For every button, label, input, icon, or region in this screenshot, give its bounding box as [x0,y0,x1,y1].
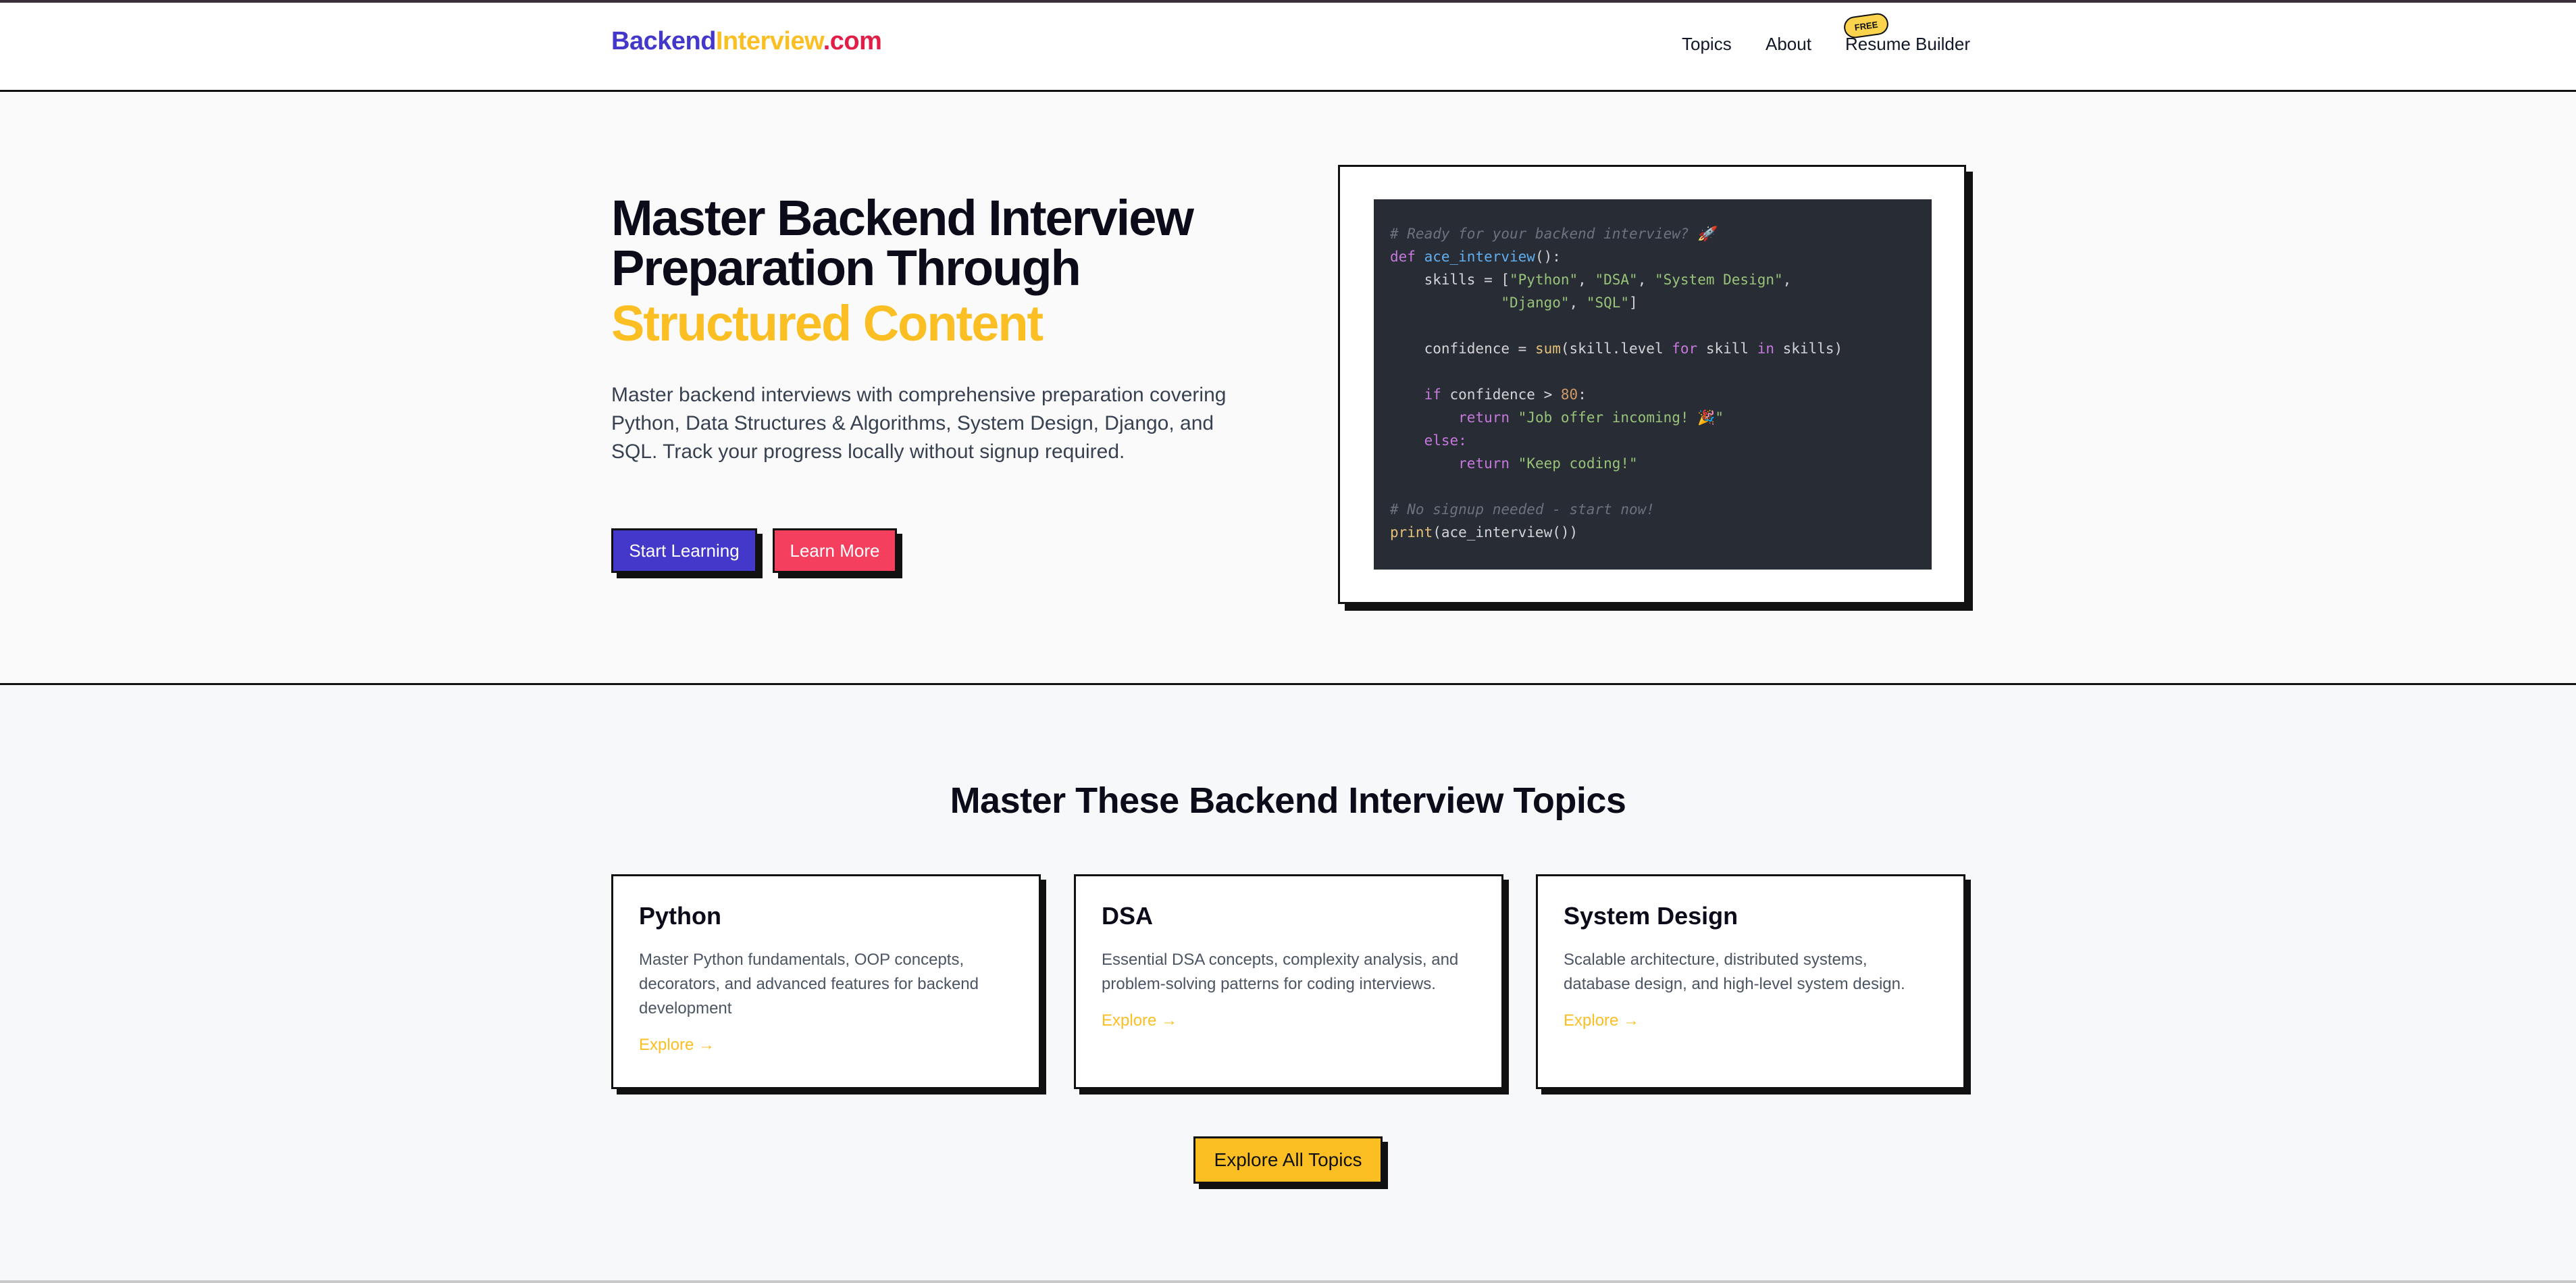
hero-title-highlight: Structured Content [611,295,1044,351]
code-string: "Python" [1510,272,1578,288]
code-keyword-for: for [1672,341,1698,357]
code-string: "Keep coding!" [1518,455,1638,472]
code-params: (): [1535,249,1561,265]
code-confidence-assign: confidence = [1390,341,1535,357]
logo-part-backend: Backend [611,27,716,55]
code-comment: # Ready for your backend interview? 🚀 [1390,226,1716,242]
code-string: "SQL" [1586,295,1630,311]
nav-link-about[interactable]: About [1766,34,1811,55]
code-keyword-in: in [1757,341,1774,357]
hero-section: Master Backend Interview Preparation Thr… [0,92,2576,685]
nav-link-topics[interactable]: Topics [1682,34,1732,55]
explore-all-topics-button[interactable]: Explore All Topics [1193,1136,1383,1184]
code-comment: # No signup needed - start now! [1390,501,1655,518]
code-keyword-def: def [1390,249,1416,265]
code-keyword-return: return [1458,409,1510,426]
code-text: skills) [1774,341,1843,357]
code-text: confidence > [1441,386,1561,403]
topic-card-system-design[interactable]: System Design Scalable architecture, dis… [1536,874,1965,1089]
topics-title: Master These Backend Interview Topics [950,780,1626,821]
site-header: BackendInterview.com Topics About Resume… [0,3,2576,92]
hero-title-line-2: Preparation Through [611,240,1081,296]
logo-part-interview: Interview [715,27,823,55]
logo-part-com: .com [823,27,882,55]
code-number: 80 [1560,386,1578,403]
code-builtin: print [1390,524,1433,540]
explore-system-design-link[interactable]: Explore → [1564,1011,1938,1030]
code-builtin: sum [1535,341,1561,357]
learn-more-button[interactable]: Learn More [773,528,897,573]
bottom-divider [0,1280,2576,1283]
nav-link-resume-builder[interactable]: Resume Builder [1845,34,1970,55]
hero-title-line-1: Master Backend Interview [611,190,1194,246]
topic-card-description: Essential DSA concepts, complexity analy… [1102,951,1459,993]
site-logo[interactable]: BackendInterview.com [611,27,882,56]
code-snippet: # Ready for your backend interview? 🚀 de… [1374,199,1932,570]
code-keyword-else: else: [1424,432,1467,449]
code-skills-assign: skills = [ [1390,272,1510,288]
topic-card-python[interactable]: Python Master Python fundamentals, OOP c… [611,874,1041,1089]
topics-section: Master These Backend Interview Topics Py… [0,685,2576,1283]
hero-title: Master Backend Interview Preparation Thr… [611,193,1287,349]
code-preview-frame: # Ready for your backend interview? 🚀 de… [1338,165,1966,604]
code-text: (ace_interview()) [1433,524,1578,540]
topic-card-title: Python [639,902,721,930]
explore-python-link[interactable]: Explore → [639,1036,1013,1055]
topic-card-description: Master Python fundamentals, OOP concepts… [639,951,979,1017]
hero-description: Master backend interviews with comprehen… [611,384,1227,463]
topic-card-title: DSA [1102,902,1154,930]
topic-card-dsa[interactable]: DSA Essential DSA concepts, complexity a… [1074,874,1503,1089]
code-text: skill [1697,341,1757,357]
code-string: "Job offer incoming! 🎉" [1518,409,1724,426]
topic-card-description: Scalable architecture, distributed syste… [1564,951,1905,993]
code-keyword-if: if [1424,386,1441,403]
code-string: "System Design" [1654,272,1783,288]
code-string: "Django" [1501,295,1570,311]
code-text: (skill.level [1560,341,1672,357]
topic-card-title: System Design [1564,902,1738,930]
code-string: "DSA" [1595,272,1638,288]
code-function-name: ace_interview [1424,249,1535,265]
explore-dsa-link[interactable]: Explore → [1102,1011,1476,1030]
start-learning-button[interactable]: Start Learning [611,528,757,573]
code-keyword-return: return [1458,455,1510,472]
